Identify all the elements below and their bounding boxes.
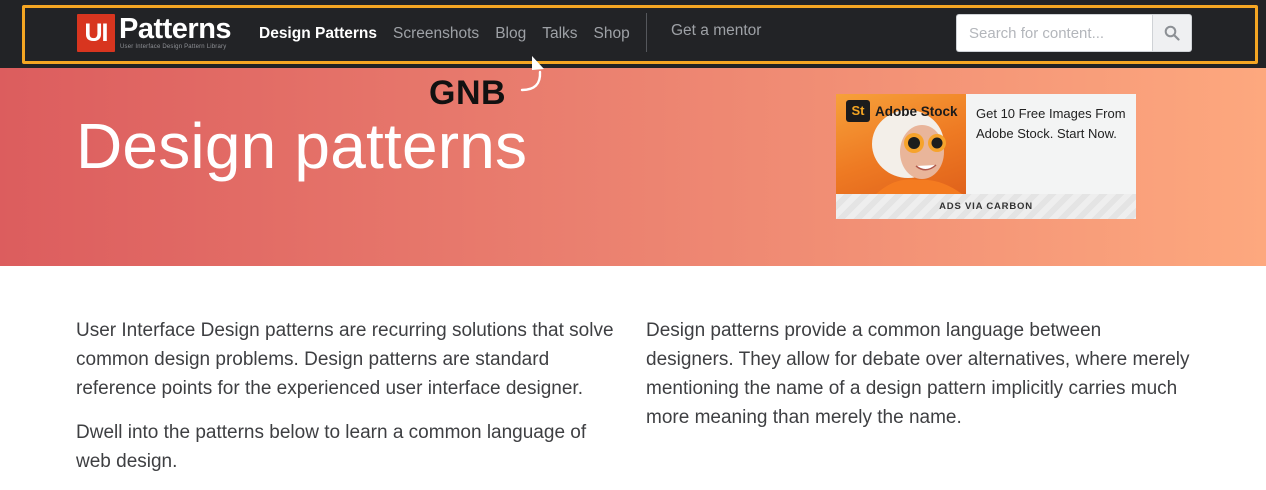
ad-image: St Adobe Stock — [836, 94, 966, 194]
search-button[interactable] — [1152, 14, 1192, 52]
logo-tagline: User Interface Design Pattern Library — [120, 44, 227, 50]
intro-paragraph: Design patterns provide a common languag… — [646, 320, 1190, 428]
search-form — [956, 14, 1192, 52]
ad-brand-name: Adobe Stock — [875, 103, 958, 119]
logo-wordmark: Patterns — [119, 13, 232, 45]
ad-text: Get 10 Free Images From Adobe Stock. Sta… — [976, 106, 1126, 141]
adobe-stock-logo-icon: St — [846, 100, 870, 122]
ad-brand: St Adobe Stock — [846, 100, 958, 122]
nav-item-talks[interactable]: Talks — [542, 25, 577, 43]
nav-item-design-patterns[interactable]: Design Patterns — [259, 25, 377, 43]
logo-mark: UI — [77, 14, 115, 52]
nav-item-blog[interactable]: Blog — [495, 25, 526, 43]
nav-item-shop[interactable]: Shop — [594, 25, 630, 43]
intro-right-column: Design patterns provide a common languag… — [646, 316, 1191, 447]
search-icon — [1164, 25, 1180, 41]
page-title: Design patterns — [76, 110, 528, 182]
main-nav: Design Patterns Screenshots Blog Talks S… — [259, 22, 646, 46]
hero-banner: Design patterns St Adobe Stock Get 10 Fr… — [0, 68, 1266, 266]
intro-paragraph: Dwell into the patterns below to learn a… — [76, 422, 587, 472]
intro-left-column: User Interface Design patterns are recur… — [76, 316, 621, 490]
global-navigation-bar: UI Patterns User Interface Design Patter… — [0, 0, 1266, 68]
annotation-arrow-icon — [520, 56, 544, 92]
intro-paragraph: User Interface Design patterns are recur… — [76, 320, 614, 399]
site-logo[interactable]: UI Patterns User Interface Design Patter… — [77, 13, 232, 52]
search-input[interactable] — [956, 14, 1152, 52]
nav-item-get-a-mentor[interactable]: Get a mentor — [671, 22, 761, 40]
carbon-ad[interactable]: St Adobe Stock Get 10 Free Images From A… — [836, 94, 1136, 219]
ads-via-carbon: ADS VIA CARBON — [836, 194, 1136, 219]
gnb-annotation-label: GNB — [429, 74, 507, 112]
nav-divider — [646, 13, 647, 52]
nav-item-screenshots[interactable]: Screenshots — [393, 25, 479, 43]
